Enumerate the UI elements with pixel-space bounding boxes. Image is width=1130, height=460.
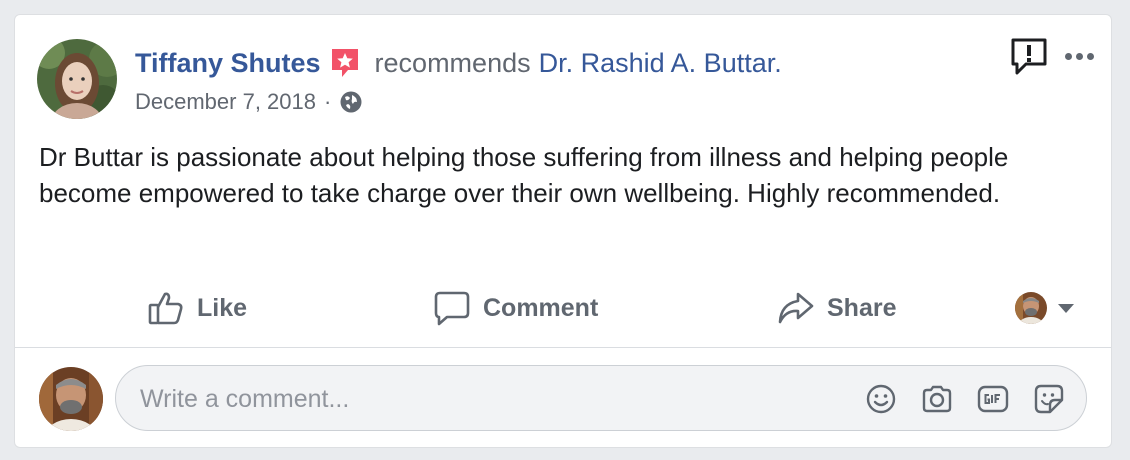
post-actions-bar: Like Comment Share	[15, 281, 1111, 335]
globe-icon[interactable]	[339, 90, 363, 114]
caret-down-icon	[1058, 304, 1074, 313]
share-arrow-icon	[778, 292, 814, 324]
comment-label: Comment	[483, 293, 599, 322]
comment-bubble-icon	[434, 291, 470, 326]
comment-input[interactable]	[138, 380, 842, 418]
post-body-text: Dr Buttar is passionate about helping th…	[39, 142, 1009, 208]
emoji-icon[interactable]	[864, 382, 898, 416]
share-button[interactable]: Share	[777, 281, 896, 335]
gif-icon[interactable]	[976, 382, 1010, 416]
meta-separator: ·	[324, 89, 332, 114]
like-label: Like	[197, 293, 248, 322]
commenter-avatar[interactable]	[39, 367, 103, 431]
recommends-text: recommends	[374, 47, 531, 78]
share-label: Share	[827, 293, 897, 322]
camera-icon[interactable]	[920, 382, 954, 416]
recommendation-post-card: Tiffany Shutes recommends Dr. Rashid A. …	[14, 14, 1112, 448]
like-button[interactable]: Like	[147, 281, 247, 335]
recommendation-badge-icon	[329, 46, 361, 80]
author-name-link[interactable]: Tiffany Shutes	[135, 48, 321, 79]
more-dot	[1086, 52, 1094, 60]
thumbs-up-icon	[148, 292, 183, 325]
report-feedback-icon[interactable]	[1009, 37, 1049, 77]
comment-button[interactable]: Comment	[433, 281, 598, 335]
author-avatar[interactable]	[37, 39, 117, 119]
post-date-link[interactable]: December 7, 2018	[135, 89, 316, 115]
composer-icons	[864, 382, 1066, 416]
comment-composer	[115, 365, 1087, 431]
post-as-selector[interactable]	[1015, 281, 1087, 335]
more-dot	[1064, 52, 1072, 60]
post-header: Tiffany Shutes recommends Dr. Rashid A. …	[135, 45, 782, 81]
post-meta: December 7, 2018 ·	[135, 87, 363, 117]
actions-divider	[15, 347, 1111, 348]
more-dot	[1075, 52, 1083, 60]
more-options-icon[interactable]	[1059, 41, 1099, 71]
sticker-icon[interactable]	[1032, 382, 1066, 416]
recommended-page-link[interactable]: Dr. Rashid A. Buttar.	[539, 48, 782, 79]
current-user-mini-avatar	[1015, 292, 1047, 324]
